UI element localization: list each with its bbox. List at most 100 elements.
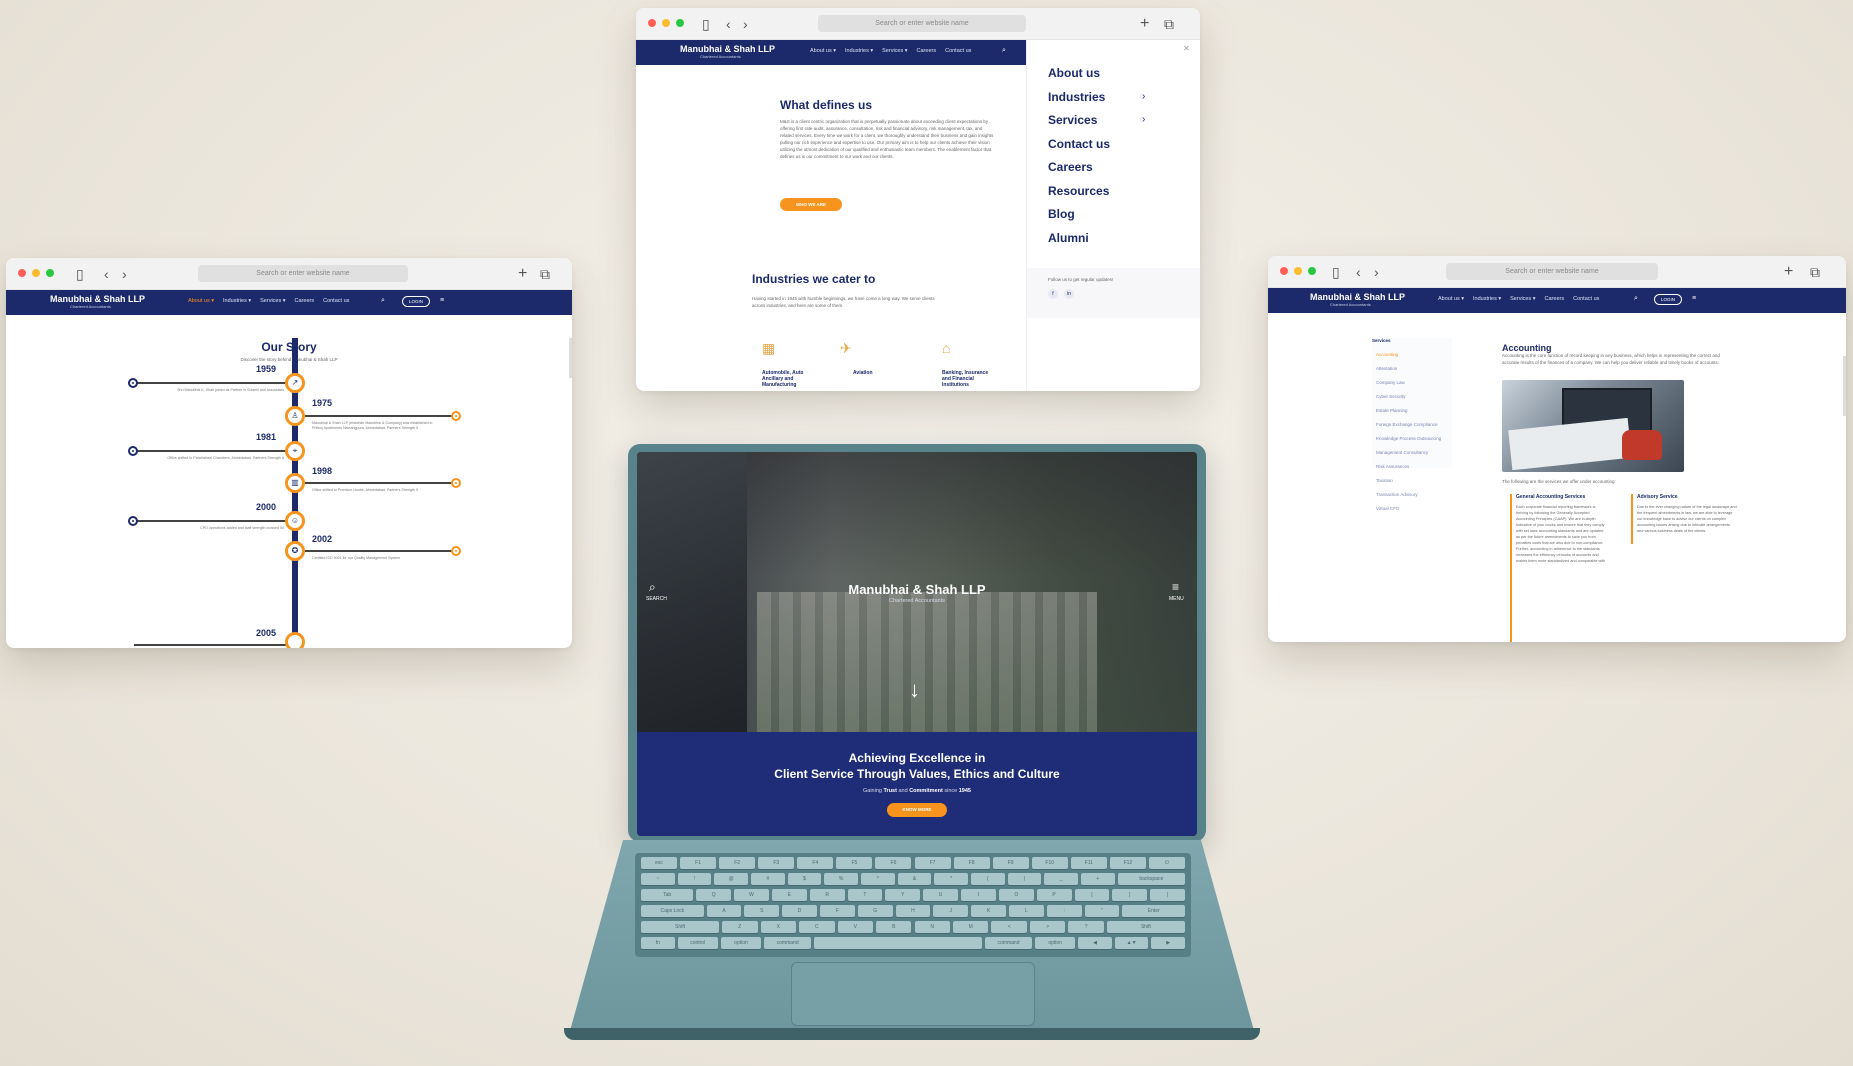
maximize-dot[interactable] <box>1308 267 1316 275</box>
trackpad[interactable] <box>791 962 1035 1026</box>
sidebar-item-accounting[interactable]: Accounting <box>1376 352 1398 357</box>
keyboard-key[interactable]: I <box>961 889 996 901</box>
keyboard-key[interactable]: N <box>914 921 950 933</box>
address-bar[interactable]: Search or enter website name <box>818 15 1026 32</box>
know-more-button[interactable]: KNOW MORE <box>887 803 947 817</box>
hamburger-icon[interactable]: ≡ <box>1692 295 1696 302</box>
search-icon[interactable]: ⌕ <box>1002 47 1006 55</box>
nav-services[interactable]: Services ▾ <box>882 48 907 54</box>
chevron-right-icon[interactable]: › <box>1142 114 1145 125</box>
linkedin-icon[interactable]: in <box>1064 289 1074 299</box>
sidebar-icon[interactable]: ▯ <box>702 15 710 33</box>
keyboard-key[interactable]: Z <box>722 921 758 933</box>
back-icon[interactable]: ‹ <box>104 265 109 283</box>
keyboard-key[interactable]: ◀ <box>1078 937 1112 949</box>
keyboard-key[interactable]: F7 <box>914 857 951 869</box>
sidebar-item[interactable]: Virtual CFO <box>1376 506 1399 511</box>
keyboard-key[interactable]: D <box>782 905 817 917</box>
keyboard-key[interactable]: O <box>998 889 1034 901</box>
login-button[interactable]: LOGIN <box>1654 294 1683 305</box>
sidebar-item[interactable]: Foreign Exchange Compliance <box>1376 422 1438 427</box>
keyboard-key[interactable]: ^ <box>861 873 895 885</box>
scrollbar[interactable] <box>569 338 572 378</box>
keyboard-key[interactable]: F4 <box>797 857 834 869</box>
keyboard-key[interactable]: F8 <box>953 857 990 869</box>
keyboard-key[interactable]: Shift <box>1106 921 1185 933</box>
keyboard-key[interactable]: Enter <box>1122 905 1185 917</box>
keyboard-key[interactable]: ⏻ <box>1148 857 1185 869</box>
keyboard-key[interactable]: F3 <box>758 857 795 869</box>
keyboard-key[interactable]: F12 <box>1109 857 1146 869</box>
scroll-down-icon[interactable]: ↓ <box>909 677 920 703</box>
keyboard-key[interactable]: } <box>1112 889 1148 901</box>
brand-name[interactable]: Manubhai & Shah LLP <box>50 294 145 304</box>
forward-icon[interactable]: › <box>1374 263 1379 281</box>
sidebar-item[interactable]: Estate Planning <box>1376 408 1408 413</box>
minimize-dot[interactable] <box>32 269 40 277</box>
nav-contact[interactable]: Contact us <box>323 298 349 304</box>
login-button[interactable]: LOGIN <box>402 296 431 307</box>
tabs-icon[interactable]: ⧉ <box>540 265 550 283</box>
address-bar[interactable]: Search or enter website name <box>198 265 408 282</box>
nav-industries[interactable]: Industries ▾ <box>1473 296 1501 302</box>
keyboard-key[interactable]: fn <box>641 937 675 949</box>
building-icon[interactable]: ▥ <box>285 473 305 493</box>
keyboard-key[interactable]: ! <box>677 873 712 885</box>
keyboard-key[interactable]: B <box>876 921 912 933</box>
close-dot[interactable] <box>1280 267 1288 275</box>
brand-name[interactable]: Manubhai & Shah LLP <box>1310 292 1405 302</box>
brand-name[interactable]: Manubhai & Shah LLP <box>680 44 775 54</box>
hamburger-icon[interactable]: ≡ <box>440 297 444 304</box>
keyboard-key[interactable]: H <box>895 905 931 917</box>
keyboard-key[interactable]: F <box>820 905 855 917</box>
new-tab-icon[interactable]: + <box>1784 263 1793 281</box>
keyboard-key[interactable]: T <box>847 889 883 901</box>
nav-contact[interactable]: Contact us <box>1573 296 1599 302</box>
keyboard-key[interactable]: W <box>734 889 769 901</box>
timeline-node[interactable] <box>285 632 305 648</box>
tabs-icon[interactable]: ⧉ <box>1810 263 1820 281</box>
search-icon[interactable]: ⌕ <box>1634 295 1638 303</box>
close-icon[interactable]: ✕ <box>1183 44 1190 53</box>
nav-industries[interactable]: Industries ▾ <box>223 298 251 304</box>
keyboard-key[interactable]: command <box>985 937 1032 949</box>
keyboard-key[interactable]: option <box>720 937 762 949</box>
keyboard-key[interactable]: : <box>1046 905 1082 917</box>
keyboard-key[interactable]: E <box>771 889 807 901</box>
menu-item-industries[interactable]: Industries <box>1048 90 1105 104</box>
keyboard-key[interactable]: " <box>1084 905 1120 917</box>
keyboard-key[interactable]: K <box>971 905 1006 917</box>
chevron-right-icon[interactable]: › <box>1142 91 1145 102</box>
sidebar-item[interactable]: Management Consultancy <box>1376 450 1428 455</box>
keyboard-key[interactable]: A <box>706 905 742 917</box>
sidebar-icon[interactable]: ▯ <box>1332 263 1340 281</box>
keyboard-key[interactable]: L <box>1008 905 1044 917</box>
nav-about[interactable]: About us ▾ <box>188 298 214 304</box>
keyboard-key[interactable] <box>814 937 982 949</box>
nav-services[interactable]: Services ▾ <box>260 298 285 304</box>
keyboard-key[interactable]: F2 <box>719 857 756 869</box>
who-we-are-button[interactable]: WHO WE ARE <box>780 198 842 211</box>
keyboard-key[interactable]: { <box>1074 889 1110 901</box>
industry-label[interactable]: Automobile, Auto Ancillary and Manufactu… <box>762 370 814 388</box>
tabs-icon[interactable]: ⧉ <box>1164 15 1174 33</box>
keyboard-key[interactable]: X <box>760 921 797 933</box>
new-tab-icon[interactable]: + <box>1140 15 1149 33</box>
nav-contact[interactable]: Contact us <box>945 48 971 54</box>
sidebar-item[interactable]: Knowledge Process Outsourcing <box>1376 436 1441 441</box>
keyboard-key[interactable]: Shift <box>641 921 720 933</box>
keyboard-key[interactable]: # <box>751 873 785 885</box>
chart-icon[interactable]: ↗ <box>285 373 305 393</box>
hero-brand[interactable]: Manubhai & Shah LLP <box>637 582 1197 597</box>
menu-item-careers[interactable]: Careers <box>1048 160 1093 174</box>
keyboard-key[interactable]: @ <box>714 873 748 885</box>
keyboard-key[interactable]: option <box>1035 937 1076 949</box>
keyboard-key[interactable]: * <box>934 873 968 885</box>
nav-about[interactable]: About us ▾ <box>1438 296 1464 302</box>
menu-item-services[interactable]: Services <box>1048 113 1097 127</box>
keyboard-key[interactable]: F1 <box>680 857 717 869</box>
close-dot[interactable] <box>18 269 26 277</box>
nav-services[interactable]: Services ▾ <box>1510 296 1535 302</box>
sidebar-item[interactable]: Company Law <box>1376 380 1405 385</box>
keyboard-key[interactable]: Q <box>696 889 732 901</box>
